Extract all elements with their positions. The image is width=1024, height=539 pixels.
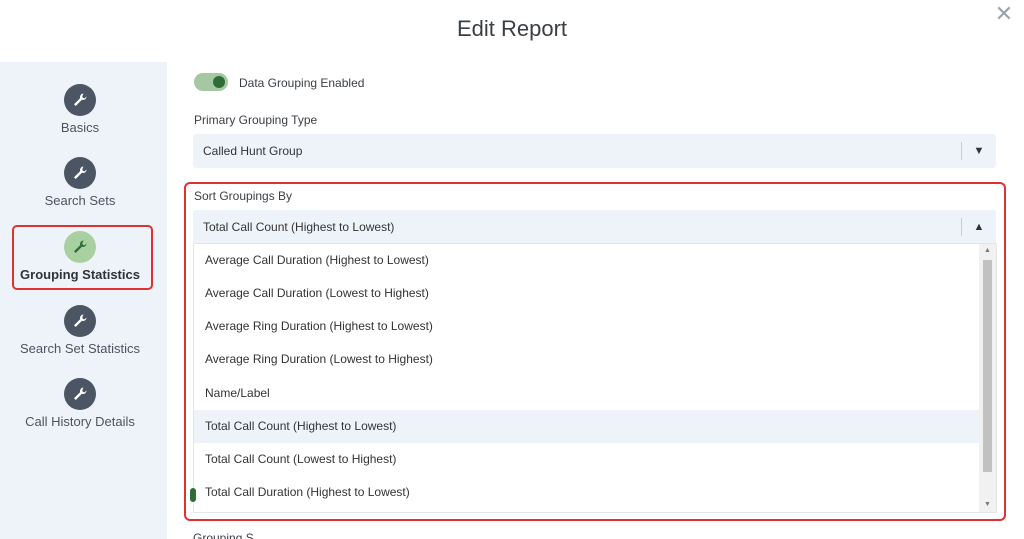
sidebar-item-call-history-details[interactable]: Call History Details	[0, 378, 160, 429]
sort-groupings-select[interactable]: Total Call Count (Highest to Lowest) ▲	[193, 210, 996, 244]
menu-option[interactable]: Average Ring Duration (Highest to Lowest…	[194, 310, 980, 343]
sidebar-item-label: Call History Details	[25, 414, 135, 429]
menu-option[interactable]: Total Call Duration (Highest to Lowest)	[194, 476, 980, 509]
menu-option[interactable]: Average Ring Duration (Lowest to Highest…	[194, 343, 980, 376]
chevron-down-icon: ▼	[973, 145, 985, 157]
select-value: Called Hunt Group	[203, 144, 303, 158]
scroll-down-icon[interactable]: ▼	[979, 498, 996, 512]
primary-grouping-label: Primary Grouping Type	[194, 113, 318, 127]
data-grouping-toggle[interactable]	[194, 73, 228, 91]
scrollbar-thumb[interactable]	[983, 260, 992, 472]
sidebar-item-label: Grouping Statistics	[20, 267, 140, 282]
sort-groupings-menu: Average Call Duration (Highest to Lowest…	[193, 243, 997, 513]
sidebar-item-label: Basics	[60, 120, 100, 135]
chevron-up-icon: ▲	[973, 221, 985, 233]
partial-label: Grouping S	[193, 531, 254, 539]
menu-option[interactable]: Average Call Duration (Highest to Lowest…	[194, 244, 980, 277]
menu-option-highlighted[interactable]: Total Call Count (Highest to Lowest)	[194, 410, 980, 443]
sidebar-item-grouping-statistics[interactable]: Grouping Statistics	[0, 231, 160, 282]
menu-option[interactable]: Total Call Count (Lowest to Highest)	[194, 443, 980, 476]
select-separator	[961, 218, 962, 236]
wrench-icon	[64, 84, 96, 116]
primary-grouping-select[interactable]: Called Hunt Group ▼	[193, 134, 996, 168]
sidebar-item-search-sets[interactable]: Search Sets	[0, 157, 160, 208]
sidebar-item-search-set-statistics[interactable]: Search Set Statistics	[0, 305, 160, 356]
close-icon[interactable]: ✕	[994, 3, 1014, 25]
wrench-icon	[64, 231, 96, 263]
sidebar-item-label: Search Set Statistics	[20, 341, 140, 356]
select-separator	[961, 142, 962, 160]
sidebar-item-basics[interactable]: Basics	[0, 84, 160, 135]
wrench-icon	[64, 305, 96, 337]
sidebar-item-label: Search Sets	[44, 193, 116, 208]
toggle-label: Data Grouping Enabled	[239, 76, 365, 90]
select-value: Total Call Count (Highest to Lowest)	[203, 220, 395, 234]
dialog-title: Edit Report	[456, 16, 568, 41]
menu-option[interactable]: Name/Label	[194, 377, 980, 410]
dialog-header: Edit Report ✕	[0, 0, 1024, 62]
wrench-icon	[64, 378, 96, 410]
sidebar: Basics Search Sets Grouping Statistics S…	[0, 62, 167, 539]
menu-scrollbar[interactable]: ▲ ▼	[979, 244, 996, 512]
menu-option[interactable]: Average Call Duration (Lowest to Highest…	[194, 277, 980, 310]
partial-toggle-indicator	[190, 488, 196, 502]
scroll-up-icon[interactable]: ▲	[979, 244, 996, 258]
sort-groupings-label: Sort Groupings By	[194, 189, 293, 203]
wrench-icon	[64, 157, 96, 189]
